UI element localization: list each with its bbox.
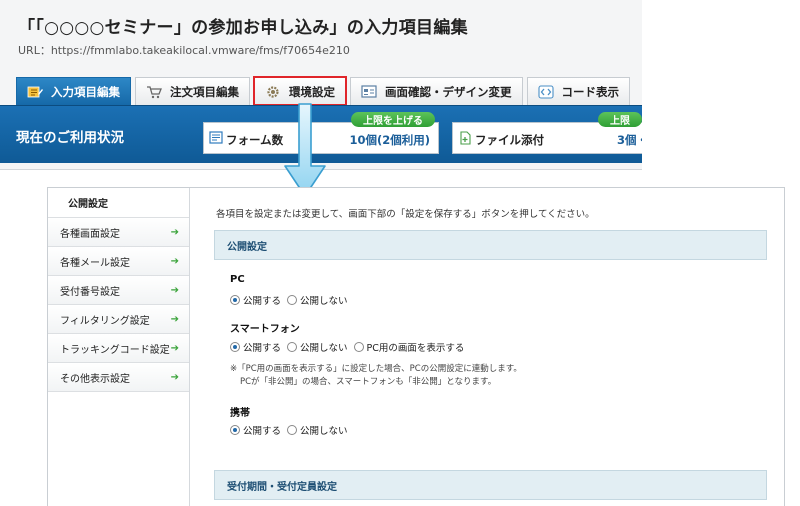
file-attach-label: ファイル添付: [475, 133, 544, 147]
sidebar-item-label: フィルタリング設定: [60, 315, 150, 327]
tab-screen-design[interactable]: 画面確認・デザイン変更: [350, 77, 523, 105]
pc-label: PC: [230, 274, 245, 285]
tab-environment-settings[interactable]: 環境設定: [253, 76, 347, 106]
environment-settings-panel: 公開設定 各種画面設定 ➔ 各種メール設定 ➔ 受付番号設定 ➔ フィルタリング…: [47, 187, 785, 506]
settings-content: 各項目を設定または変更して、画面下部の「設定を保存する」ボタンを押してください。…: [204, 188, 774, 506]
radio-label: 公開する: [243, 426, 282, 437]
radio-label: PC用の画面を表示する: [366, 343, 465, 354]
down-arrow-icon: [284, 103, 326, 197]
form-count-value: 10個(2個利用): [349, 133, 430, 147]
sidebar-item-label: その他表示設定: [60, 373, 130, 385]
smartphone-note: ※「PC用の画面を表示する」に設定した場合、PCの公開設定に連動します。 PCが…: [230, 363, 522, 389]
upgrade-limit-button[interactable]: 上限を上げる: [351, 112, 435, 127]
section-header-publish: 公開設定: [214, 230, 767, 260]
pc-unpublish-radio[interactable]: 公開しない: [287, 293, 348, 307]
radio-unchecked-icon: [353, 342, 364, 352]
smartphone-label: スマートフォン: [230, 324, 300, 335]
radio-checked-icon: [230, 295, 240, 305]
tab-label: 画面確認・デザイン変更: [385, 84, 512, 99]
tab-code-display[interactable]: コード表示: [526, 77, 630, 105]
sidebar-heading: 公開設定: [48, 188, 189, 218]
form-url: URL：https://fmmlabo.takeakilocal.vmware/…: [18, 44, 350, 57]
gear-icon: [265, 85, 281, 99]
radio-label: 公開しない: [300, 343, 348, 354]
editor-tabs: 入力項目編集 注文項目編集 環境設定 画面確認・デザイン変更 コード表示: [16, 76, 630, 106]
arrow-right-icon: ➔: [170, 255, 179, 267]
sidebar-item-label: 各種メール設定: [60, 257, 130, 269]
arrow-right-icon: ➔: [170, 313, 179, 325]
radio-unchecked-icon: [287, 342, 298, 352]
sidebar-item-mail-settings[interactable]: 各種メール設定 ➔: [48, 247, 189, 276]
mobile-publish-radio[interactable]: 公開する: [230, 423, 281, 437]
form-icon: [209, 131, 225, 145]
tab-order-items[interactable]: 注文項目編集: [135, 77, 250, 105]
mobile-unpublish-radio[interactable]: 公開しない: [287, 423, 348, 437]
file-icon: [458, 131, 474, 145]
intro-text: 各項目を設定または変更して、画面下部の「設定を保存する」ボタンを押してください。: [216, 209, 595, 220]
tab-label: コード表示: [561, 84, 620, 99]
sidebar-item-screen-settings[interactable]: 各種画面設定 ➔: [48, 218, 189, 247]
section-header-reception-period: 受付期間・受付定員設定: [214, 470, 767, 500]
radio-checked-icon: [230, 342, 240, 352]
form-count-label: フォーム数: [226, 133, 284, 147]
radio-unchecked-icon: [287, 425, 298, 435]
tab-label: 注文項目編集: [170, 84, 239, 99]
upgrade-limit-button-2[interactable]: 上限: [598, 112, 642, 127]
smartphone-pc-screen-radio[interactable]: PC用の画面を表示する: [353, 340, 465, 354]
radio-label: 公開しない: [300, 426, 348, 437]
tab-label: 環境設定: [289, 84, 335, 99]
usage-status-title: 現在のご利用状況: [16, 130, 124, 146]
pc-publish-radio[interactable]: 公開する: [230, 293, 281, 307]
smartphone-radio-group: 公開する 公開しない PC用の画面を表示する: [230, 340, 464, 354]
sidebar-item-other-display[interactable]: その他表示設定 ➔: [48, 363, 189, 392]
note-line: PCが「非公開」の場合、スマートフォンも「非公開」となります。: [240, 377, 497, 387]
file-attach-value: 3個・合: [617, 133, 642, 147]
settings-sidebar: 公開設定 各種画面設定 ➔ 各種メール設定 ➔ 受付番号設定 ➔ フィルタリング…: [48, 188, 190, 506]
sidebar-item-label: 受付番号設定: [60, 286, 120, 298]
radio-label: 公開する: [243, 343, 282, 354]
sidebar-item-tracking-code[interactable]: トラッキングコード設定 ➔: [48, 334, 189, 363]
edit-icon: [27, 85, 43, 99]
arrow-right-icon: ➔: [170, 284, 179, 296]
radio-unchecked-icon: [287, 295, 298, 305]
sidebar-item-filtering[interactable]: フィルタリング設定 ➔: [48, 305, 189, 334]
code-icon: [537, 84, 554, 99]
page-title: 「「○○○○セミナー」の参加お申し込み」の入力項目編集: [18, 18, 468, 38]
radio-label: 公開する: [243, 296, 282, 307]
screen-icon: [361, 84, 377, 99]
sidebar-item-reception-number[interactable]: 受付番号設定 ➔: [48, 276, 189, 305]
mobile-radio-group: 公開する 公開しない: [230, 423, 348, 437]
smartphone-unpublish-radio[interactable]: 公開しない: [287, 340, 348, 354]
tab-label: 入力項目編集: [51, 84, 120, 99]
sidebar-item-label: トラッキングコード設定: [60, 344, 170, 356]
note-line: ※「PC用の画面を表示する」に設定した場合、PCの公開設定に連動します。: [230, 364, 522, 374]
radio-label: 公開しない: [300, 296, 348, 307]
arrow-right-icon: ➔: [170, 371, 179, 383]
arrow-right-icon: ➔: [170, 342, 179, 354]
arrow-right-icon: ➔: [170, 226, 179, 238]
tab-input-items[interactable]: 入力項目編集: [16, 77, 131, 105]
cart-icon: [146, 85, 162, 99]
smartphone-publish-radio[interactable]: 公開する: [230, 340, 281, 354]
sidebar-item-label: 各種画面設定: [60, 228, 120, 240]
pc-radio-group: 公開する 公開しない: [230, 293, 348, 307]
mobile-label: 携帯: [230, 408, 250, 419]
radio-checked-icon: [230, 425, 240, 435]
